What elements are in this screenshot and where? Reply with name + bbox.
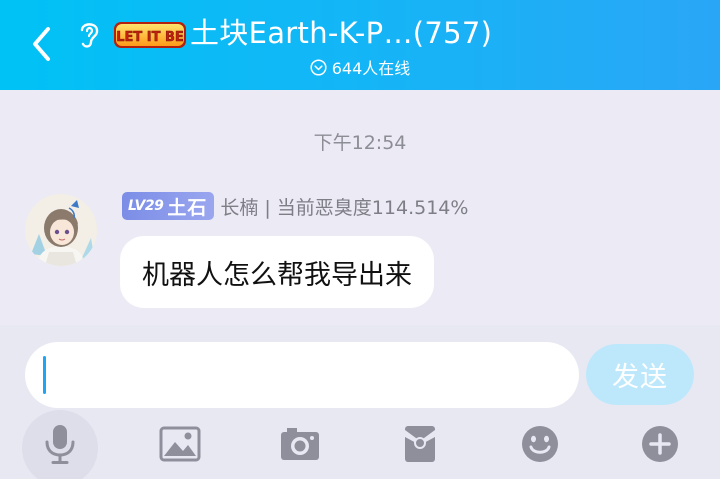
ear-icon[interactable] <box>74 18 104 50</box>
group-title[interactable]: 土块Earth-K-P…(757) <box>190 13 492 53</box>
sender-name[interactable]: 长楠 | 当前恶臭度114.514% <box>220 193 468 220</box>
sender-meta: LV29 土石 长楠 | 当前恶臭度114.514% <box>122 191 468 221</box>
input-area: 发送 <box>0 325 720 479</box>
text-caret <box>43 356 46 394</box>
microphone-icon <box>45 425 75 464</box>
title-badge-label: 土石 <box>167 196 208 219</box>
image-icon <box>159 426 201 462</box>
svg-text:LET IT BE: LET IT BE <box>116 30 184 45</box>
plus-icon <box>642 426 678 462</box>
camera-icon <box>281 428 319 460</box>
chevron-down-circle-icon <box>310 58 327 76</box>
input-toolbar <box>0 410 720 479</box>
more-button[interactable] <box>636 420 684 468</box>
emoji-icon <box>522 426 558 462</box>
camera-button[interactable] <box>276 420 324 468</box>
message-timestamp: 下午12:54 <box>313 132 407 154</box>
message-list[interactable]: 下午12:54 LV29 土石 长楠 | 当前恶臭度114.514% 机器人怎么… <box>0 90 720 325</box>
online-count: 644人在线 <box>331 59 411 78</box>
avatar-image <box>25 194 97 266</box>
message-input[interactable] <box>25 342 579 408</box>
avatar[interactable] <box>25 194 97 266</box>
emoji-button[interactable] <box>516 420 564 468</box>
message-bubble[interactable]: 机器人怎么帮我导出来 <box>120 236 434 308</box>
voice-button[interactable] <box>22 410 98 479</box>
red-packet-icon <box>405 426 435 462</box>
group-badge-logo: LET IT BE <box>114 22 186 48</box>
level-badge[interactable]: LV29 土石 <box>122 192 215 220</box>
online-status[interactable]: 644人在线 <box>0 54 720 80</box>
chat-header: LET IT BE 土块Earth-K-P…(757) 644人在线 <box>0 0 720 90</box>
level-label: LV29 <box>128 198 164 214</box>
red-packet-button[interactable] <box>396 420 444 468</box>
image-button[interactable] <box>156 420 204 468</box>
send-button[interactable]: 发送 <box>586 344 694 405</box>
